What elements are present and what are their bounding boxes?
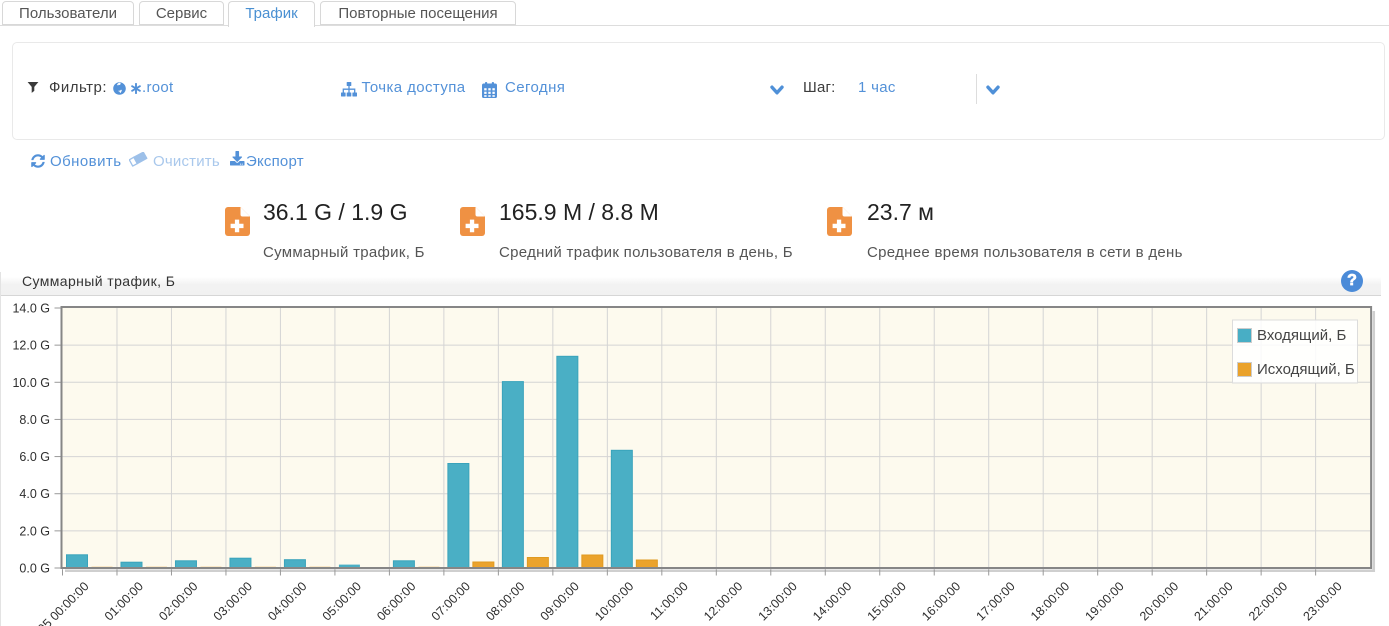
svg-text:8.0 G: 8.0 G <box>19 413 50 427</box>
svg-text:Исходящий, Б: Исходящий, Б <box>1257 361 1355 378</box>
svg-text:20:00:00: 20:00:00 <box>1137 579 1181 623</box>
svg-text:10:00:00: 10:00:00 <box>592 579 636 623</box>
svg-text:16:00:00: 16:00:00 <box>919 579 963 623</box>
svg-text:22:00:00: 22:00:00 <box>1246 579 1290 623</box>
svg-text:15:00:00: 15:00:00 <box>865 579 909 623</box>
svg-text:17:00:00: 17:00:00 <box>974 579 1018 623</box>
svg-text:14:00:00: 14:00:00 <box>810 579 854 623</box>
svg-text:13:00:00: 13:00:00 <box>756 579 800 623</box>
svg-text:07:00:00: 07:00:00 <box>429 579 473 623</box>
svg-text:6.0 G: 6.0 G <box>19 450 50 464</box>
svg-text:21:00:00: 21:00:00 <box>1191 579 1235 623</box>
svg-text:12:00:00: 12:00:00 <box>701 579 745 623</box>
svg-text:26.05 00:00:00: 26.05 00:00:00 <box>23 579 92 626</box>
svg-text:01:00:00: 01:00:00 <box>102 579 146 623</box>
svg-text:2.0 G: 2.0 G <box>19 524 50 538</box>
svg-text:12.0 G: 12.0 G <box>12 339 50 353</box>
svg-text:19:00:00: 19:00:00 <box>1082 579 1126 623</box>
svg-text:05:00:00: 05:00:00 <box>320 579 364 623</box>
svg-text:06:00:00: 06:00:00 <box>374 579 418 623</box>
svg-text:Входящий, Б: Входящий, Б <box>1257 327 1346 344</box>
svg-text:08:00:00: 08:00:00 <box>483 579 527 623</box>
svg-text:04:00:00: 04:00:00 <box>265 579 309 623</box>
svg-text:02:00:00: 02:00:00 <box>156 579 200 623</box>
svg-text:10.0 G: 10.0 G <box>12 376 50 390</box>
svg-text:4.0 G: 4.0 G <box>19 487 50 501</box>
svg-text:09:00:00: 09:00:00 <box>538 579 582 623</box>
svg-text:18:00:00: 18:00:00 <box>1028 579 1072 623</box>
svg-text:11:00:00: 11:00:00 <box>647 579 691 623</box>
svg-text:0.0 G: 0.0 G <box>19 562 50 576</box>
svg-text:23:00:00: 23:00:00 <box>1300 579 1344 623</box>
svg-text:14.0 G: 14.0 G <box>12 302 50 316</box>
svg-text:03:00:00: 03:00:00 <box>211 579 255 623</box>
